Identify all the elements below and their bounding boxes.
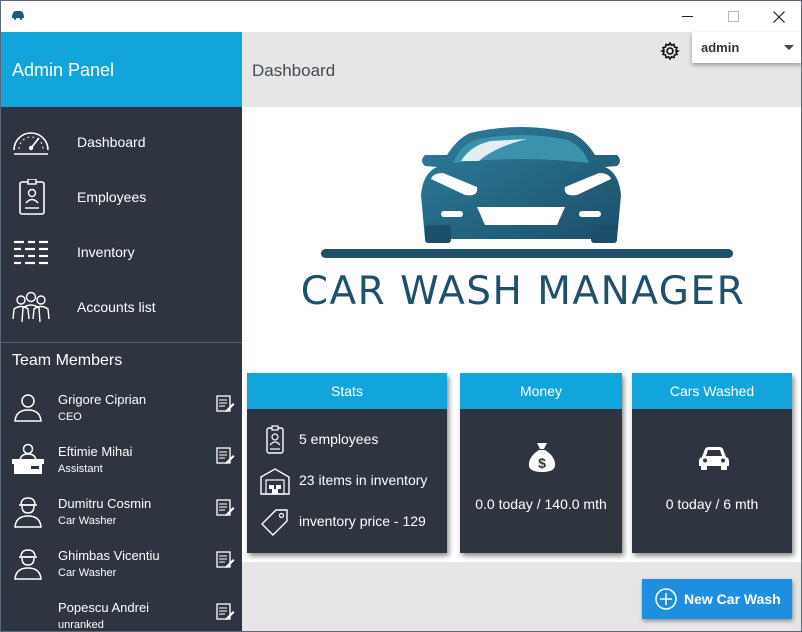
stat-row-employees: 5 employees bbox=[260, 425, 440, 455]
edit-icon[interactable] bbox=[215, 602, 235, 622]
stat-row-inventory: 23 items in inventory bbox=[260, 466, 440, 496]
title-bar bbox=[1, 1, 801, 32]
edit-icon[interactable] bbox=[215, 394, 235, 414]
svg-text:$: $ bbox=[538, 455, 546, 471]
stats-card: Stats 5 employees 23 items in inventory bbox=[247, 373, 447, 553]
member-role: CEO bbox=[58, 411, 82, 423]
close-icon bbox=[773, 10, 785, 23]
member-name: Grigore Ciprian bbox=[58, 392, 147, 407]
new-car-wash-button[interactable]: New Car Wash bbox=[642, 579, 792, 619]
member-role: Car Washer bbox=[58, 515, 117, 527]
sidebar-header: Admin Panel bbox=[1, 32, 242, 107]
sidebar-divider bbox=[1, 342, 242, 343]
member-role: unranked bbox=[58, 619, 104, 631]
sidebar-item-label: Accounts list bbox=[77, 299, 156, 315]
header-bar: Dashboard admin bbox=[242, 32, 801, 107]
member-role: Car Washer bbox=[58, 567, 117, 579]
sidebar: Admin Panel Dashboard Employees Inventor… bbox=[1, 32, 242, 631]
car-icon bbox=[12, 11, 24, 20]
member-name: Dumitru Cosmin bbox=[58, 496, 152, 511]
worker-icon bbox=[14, 549, 42, 580]
sidebar-item-label: Dashboard bbox=[77, 134, 146, 150]
member-item[interactable]: Dumitru Cosmin Car Washer bbox=[1, 493, 242, 545]
sidebar-item-inventory[interactable]: Inventory bbox=[1, 225, 242, 279]
maximize-icon bbox=[727, 11, 739, 22]
sidebar-item-dashboard[interactable]: Dashboard bbox=[1, 115, 242, 169]
stat-row-price: inventory price - 129 bbox=[260, 507, 440, 537]
stats-card-title: Stats bbox=[247, 373, 447, 409]
id-badge-icon bbox=[19, 179, 45, 215]
price-tag-icon bbox=[261, 509, 288, 536]
money-card: Money $ 0.0 today / 140.0 mth bbox=[460, 373, 622, 553]
stat-inventory-price: inventory price - 129 bbox=[299, 513, 426, 529]
minimize-button[interactable] bbox=[664, 1, 710, 32]
chevron-down-icon bbox=[784, 45, 794, 50]
cars-washed-card: Cars Washed 0 today / 6 mth bbox=[632, 373, 792, 553]
team-members-title: Team Members bbox=[12, 352, 123, 369]
sidebar-title: Admin Panel bbox=[12, 60, 115, 80]
speedometer-icon bbox=[13, 132, 49, 155]
money-bag-icon: $ bbox=[528, 443, 556, 472]
car-icon bbox=[699, 447, 729, 470]
close-button[interactable] bbox=[756, 1, 801, 32]
member-item[interactable]: Popescu Andrei unranked bbox=[1, 597, 242, 631]
desk-person-icon bbox=[12, 443, 44, 474]
page-title: Dashboard bbox=[252, 61, 336, 80]
money-card-title: Money bbox=[460, 373, 622, 409]
new-car-wash-label: New Car Wash bbox=[684, 591, 781, 607]
person-icon bbox=[14, 394, 42, 422]
worker-icon bbox=[14, 497, 42, 528]
edit-icon[interactable] bbox=[215, 498, 235, 518]
member-item[interactable]: Eftimie Mihai Assistant bbox=[1, 441, 242, 493]
cars-washed-value: 0 today / 6 mth bbox=[665, 496, 759, 512]
gear-icon[interactable] bbox=[660, 41, 680, 61]
member-name: Ghimbas Vicentiu bbox=[58, 548, 160, 563]
sidebar-item-label: Inventory bbox=[77, 244, 135, 260]
stat-employees: 5 employees bbox=[299, 431, 379, 447]
logo-text: CAR WASH MANAGER bbox=[300, 269, 746, 314]
user-dropdown-value: admin bbox=[701, 40, 740, 55]
sidebar-item-accounts[interactable]: Accounts list bbox=[1, 280, 242, 334]
member-item[interactable]: Ghimbas Vicentiu Car Washer bbox=[1, 545, 242, 597]
warehouse-icon bbox=[260, 468, 290, 495]
users-icon bbox=[12, 291, 50, 323]
money-value: 0.0 today / 140.0 mth bbox=[475, 496, 607, 512]
member-role: Assistant bbox=[58, 463, 103, 475]
edit-icon[interactable] bbox=[215, 550, 235, 570]
plus-circle-icon bbox=[655, 588, 677, 610]
stat-inventory: 23 items in inventory bbox=[299, 472, 428, 488]
list-icon bbox=[14, 240, 48, 265]
user-dropdown[interactable]: admin bbox=[692, 32, 801, 63]
sidebar-item-employees[interactable]: Employees bbox=[1, 170, 242, 224]
maximize-button[interactable] bbox=[710, 1, 756, 32]
edit-icon[interactable] bbox=[215, 446, 235, 466]
member-item[interactable]: Grigore Ciprian CEO bbox=[1, 389, 242, 441]
sidebar-item-label: Employees bbox=[77, 189, 147, 205]
cars-washed-card-title: Cars Washed bbox=[632, 373, 792, 409]
id-badge-icon bbox=[266, 425, 284, 454]
member-name: Eftimie Mihai bbox=[58, 444, 133, 459]
app-window: Admin Panel Dashboard Employees Inventor… bbox=[0, 0, 802, 632]
minimize-icon bbox=[681, 16, 693, 17]
member-name: Popescu Andrei bbox=[58, 600, 150, 615]
